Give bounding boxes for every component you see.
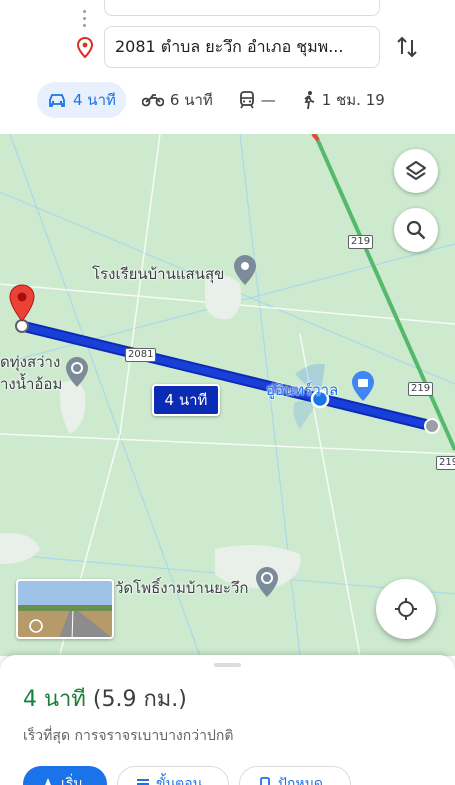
- temple-marker-icon[interactable]: [64, 356, 90, 388]
- route-traffic-note: เร็วที่สุด การจราจรเบาบางกว่าปกติ: [23, 728, 234, 744]
- steps-button[interactable]: ขั้นตอน: [117, 766, 229, 785]
- shopping-marker-icon[interactable]: [350, 370, 376, 402]
- mode-transit-label: —: [260, 91, 276, 109]
- layers-button[interactable]: [394, 149, 438, 193]
- mode-walking-label: 1 ชม. 19: [321, 91, 385, 109]
- destination-pin-icon: [76, 37, 94, 59]
- route-summary-title: 4 นาที (5.9 กม.): [23, 681, 187, 716]
- navigation-arrow-icon: [45, 778, 51, 785]
- temple-bottom-label[interactable]: วัดโพธิ์งามบ้านยะวึก: [115, 576, 248, 600]
- school-marker-icon[interactable]: [232, 254, 258, 286]
- transit-icon: [239, 91, 254, 109]
- directions-panel: 2081 ตำบล ยะวึก อำเภอ ชุมพ... 4 นาที 6 น…: [0, 0, 455, 134]
- mode-walking[interactable]: 1 ชม. 19: [292, 82, 395, 118]
- car-icon: [49, 94, 65, 107]
- street-view-thumbnail[interactable]: [16, 579, 114, 639]
- walk-icon: [304, 91, 315, 110]
- pin-icon: [260, 777, 270, 785]
- list-icon: [137, 779, 149, 785]
- road-shield-219-c: 219: [436, 456, 455, 470]
- start-pin-icon[interactable]: [8, 284, 36, 324]
- layers-icon: [406, 161, 426, 180]
- steps-button-label: ขั้นตอน: [156, 776, 203, 785]
- search-button[interactable]: [394, 208, 438, 252]
- pin-button-label: ปักหมุด: [278, 776, 323, 785]
- destination-text: 2081 ตำบล ยะวึก อำเภอ ชุมพ...: [115, 36, 344, 56]
- start-button-label: เริ่ม: [61, 776, 83, 785]
- start-button[interactable]: เริ่ม: [23, 766, 107, 785]
- road-shield-2081: 2081: [125, 348, 157, 362]
- route-duration: 4 นาที: [23, 687, 86, 712]
- road-shield-219-b: 219: [408, 382, 434, 396]
- road-shield-219-a: 219: [348, 235, 374, 249]
- my-location-button[interactable]: [376, 579, 436, 639]
- map-canvas[interactable]: โรงเรียนบ้านแสนสุข ดทุ่งสว่าง างน้ำอ้อม …: [0, 134, 455, 656]
- mode-motorcycle-label: 6 นาที: [169, 91, 213, 109]
- route-eta-chip[interactable]: 4 นาที: [152, 384, 220, 416]
- mode-driving-label: 4 นาที: [73, 91, 116, 109]
- school-label[interactable]: โรงเรียนบ้านแสนสุข: [92, 262, 224, 286]
- mode-transit[interactable]: —: [229, 82, 286, 118]
- crosshair-icon: [395, 598, 417, 620]
- place-right-label[interactable]: อู่อินทร์วาล: [266, 378, 338, 402]
- route-distance: (5.9 กม.): [92, 687, 187, 712]
- pin-button[interactable]: ปักหมุด: [239, 766, 351, 785]
- street-view-image: [18, 581, 112, 637]
- swap-icon[interactable]: [392, 32, 422, 62]
- destination-field[interactable]: 2081 ตำบล ยะวึก อำเภอ ชุมพ...: [104, 26, 380, 68]
- temple-left-label-2[interactable]: างน้ำอ้อม: [0, 372, 62, 396]
- temple-left-label-1[interactable]: ดทุ่งสว่าง: [0, 350, 60, 374]
- travel-mode-row: 4 นาที 6 นาที — 1 ชม. 19: [37, 82, 401, 118]
- sheet-action-row: เริ่ม ขั้นตอน ปักหมุด: [23, 766, 351, 785]
- route-summary-sheet[interactable]: 4 นาที (5.9 กม.) เร็วที่สุด การจราจรเบาบ…: [0, 655, 455, 785]
- mode-driving[interactable]: 4 นาที: [37, 82, 126, 118]
- search-icon: [406, 220, 426, 240]
- temple-bottom-marker-icon[interactable]: [254, 566, 280, 598]
- origin-field[interactable]: [104, 0, 380, 16]
- sheet-drag-handle[interactable]: [214, 663, 241, 667]
- mode-motorcycle[interactable]: 6 นาที: [132, 82, 223, 118]
- route-dots: [83, 10, 87, 27]
- motorcycle-icon: [141, 94, 164, 107]
